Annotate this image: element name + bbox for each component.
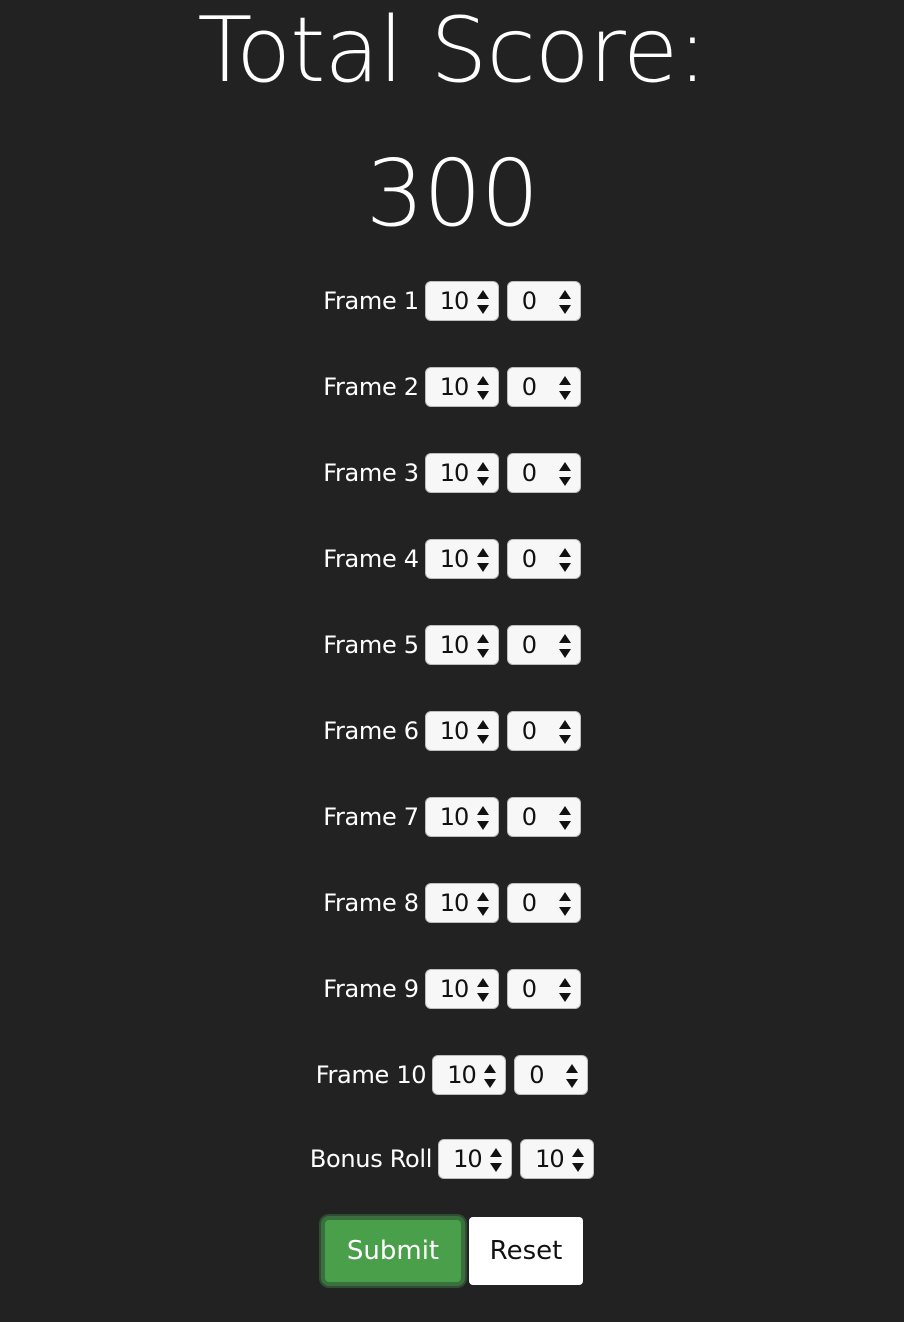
select-value: 0 [521,975,537,1003]
frame-row-2: Frame 2 10 0 [0,366,904,408]
frame-10-roll-2-select[interactable]: 0 [514,1055,589,1095]
frame-4-roll-1-select[interactable]: 10 [424,539,499,579]
up-down-arrows-icon [558,375,571,401]
select-value: 10 [439,459,470,487]
frame-7-roll-2-select[interactable]: 0 [506,797,581,837]
select-value: 10 [439,803,470,831]
frame-8-roll-2-select[interactable]: 0 [506,883,581,923]
select-value: 10 [439,545,470,573]
bowling-score-app: Total Score: 300 Frame 1 10 0 Frame 2 10… [0,0,904,1322]
frame-9-roll-2-select[interactable]: 0 [506,969,581,1009]
frame-row-8: Frame 8 10 0 [0,882,904,924]
select-value: 10 [447,1061,477,1089]
up-down-arrows-icon [566,1063,579,1089]
bonus-roll-2-select[interactable]: 10 [520,1139,595,1179]
frame-row-10: Frame 10 10 0 [0,1054,904,1096]
up-down-arrows-icon [476,891,489,917]
select-value: 0 [521,545,537,573]
frame-row-7: Frame 7 10 0 [0,796,904,838]
select-value: 10 [453,1145,483,1173]
select-value: 10 [439,717,470,745]
page-title: Total Score: [197,0,707,103]
select-value: 10 [439,373,470,401]
submit-button[interactable]: Submit [321,1216,465,1286]
frame-label: Frame 5 [323,631,419,659]
bonus-roll-1-select[interactable]: 10 [438,1139,513,1179]
up-down-arrows-icon [558,547,571,573]
up-down-arrows-icon [558,633,571,659]
frame-9-roll-1-select[interactable]: 10 [424,969,499,1009]
frame-1-roll-2-select[interactable]: 0 [506,281,581,321]
frame-row-3: Frame 3 10 0 [0,452,904,494]
frame-6-roll-1-select[interactable]: 10 [424,711,499,751]
frame-label: Frame 4 [323,545,419,573]
frame-7-roll-1-select[interactable]: 10 [424,797,499,837]
frame-5-roll-2-select[interactable]: 0 [506,625,581,665]
up-down-arrows-icon [558,289,571,315]
reset-button[interactable]: Reset [469,1217,583,1285]
select-value: 0 [521,459,537,487]
frame-2-roll-2-select[interactable]: 0 [506,367,581,407]
select-value: 0 [521,717,537,745]
select-value: 0 [529,1061,544,1089]
frames-form: Frame 1 10 0 Frame 2 10 0 Frame 3 10 0 F… [0,280,904,1224]
up-down-arrows-icon [490,1147,503,1173]
frame-1-roll-1-select[interactable]: 10 [424,281,499,321]
frame-label: Frame 10 [315,1061,427,1089]
up-down-arrows-icon [484,1063,497,1089]
frame-label: Frame 1 [323,287,419,315]
frame-label: Frame 7 [323,803,419,831]
form-buttons: Submit Reset [0,1216,904,1286]
select-value: 10 [439,631,470,659]
up-down-arrows-icon [558,891,571,917]
frame-row-4: Frame 4 10 0 [0,538,904,580]
select-value: 0 [521,287,537,315]
frame-label: Frame 3 [323,459,419,487]
frame-row-6: Frame 6 10 0 [0,710,904,752]
up-down-arrows-icon [476,805,489,831]
frame-10-roll-1-select[interactable]: 10 [432,1055,507,1095]
frame-label: Frame 8 [323,889,419,917]
select-value: 0 [521,373,537,401]
up-down-arrows-icon [558,977,571,1003]
frame-3-roll-1-select[interactable]: 10 [424,453,499,493]
up-down-arrows-icon [476,633,489,659]
up-down-arrows-icon [476,977,489,1003]
select-value: 0 [521,631,537,659]
up-down-arrows-icon [476,375,489,401]
frame-row-5: Frame 5 10 0 [0,624,904,666]
bonus-roll-row: Bonus Roll 10 10 [0,1138,904,1180]
frame-row-1: Frame 1 10 0 [0,280,904,322]
select-value: 0 [521,889,537,917]
select-value: 10 [535,1145,565,1173]
frame-row-9: Frame 9 10 0 [0,968,904,1010]
select-value: 0 [521,803,537,831]
select-value: 10 [439,287,470,315]
up-down-arrows-icon [476,461,489,487]
up-down-arrows-icon [476,547,489,573]
up-down-arrows-icon [558,719,571,745]
up-down-arrows-icon [572,1147,585,1173]
frame-3-roll-2-select[interactable]: 0 [506,453,581,493]
up-down-arrows-icon [558,805,571,831]
frame-label: Frame 2 [323,373,419,401]
frame-8-roll-1-select[interactable]: 10 [424,883,499,923]
up-down-arrows-icon [476,719,489,745]
up-down-arrows-icon [476,289,489,315]
select-value: 10 [439,975,470,1003]
select-value: 10 [439,889,470,917]
frame-label: Frame 9 [323,975,419,1003]
frame-label: Frame 6 [323,717,419,745]
frame-2-roll-1-select[interactable]: 10 [424,367,499,407]
frame-5-roll-1-select[interactable]: 10 [424,625,499,665]
total-score-value: 300 [365,140,540,247]
frame-4-roll-2-select[interactable]: 0 [506,539,581,579]
frame-label: Bonus Roll [309,1145,433,1173]
up-down-arrows-icon [558,461,571,487]
frame-6-roll-2-select[interactable]: 0 [506,711,581,751]
